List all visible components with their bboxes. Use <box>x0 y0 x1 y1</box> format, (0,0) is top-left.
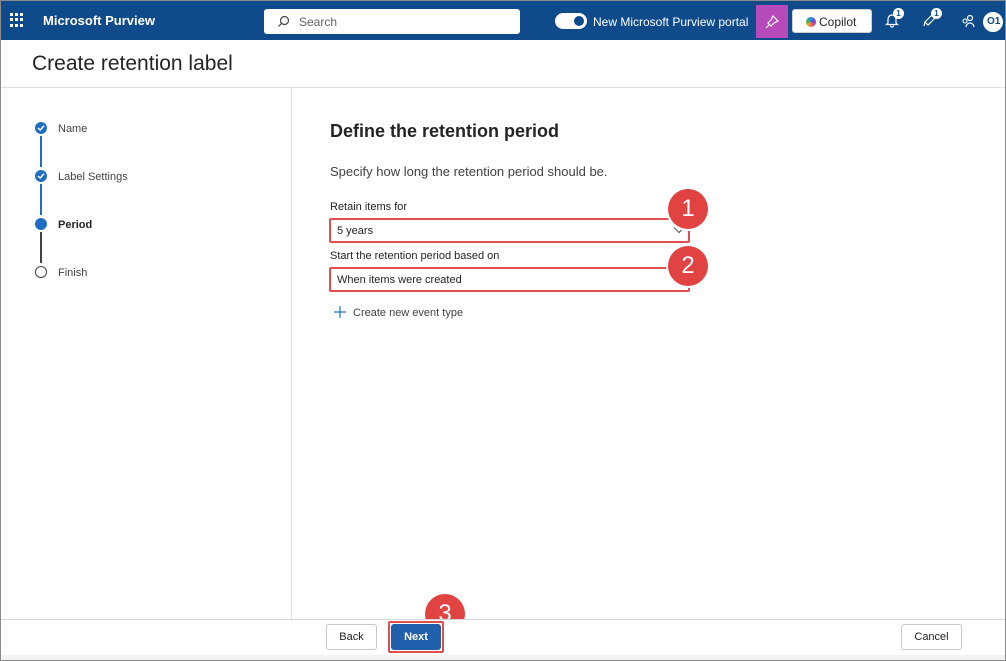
people-button[interactable] <box>961 14 975 33</box>
search-icon <box>278 15 290 27</box>
cancel-button[interactable]: Cancel <box>901 624 962 650</box>
step-name-check-icon <box>35 122 47 134</box>
app-launcher-icon[interactable] <box>10 13 24 27</box>
feedback-button[interactable]: 1 <box>923 8 942 33</box>
feature-button[interactable] <box>756 5 788 38</box>
plus-icon[interactable] <box>333 305 347 319</box>
people-icon <box>962 14 975 28</box>
retain-items-label: Retain items for <box>330 201 408 213</box>
back-button[interactable]: Back <box>326 624 377 650</box>
start-period-label: Start the retention period based on <box>330 250 500 262</box>
step-label-finish: Finish <box>58 267 88 279</box>
search-placeholder: Search <box>299 15 338 29</box>
step-connector <box>40 232 42 263</box>
footer-bar <box>1 620 1005 655</box>
page-title: Create retention label <box>32 52 233 75</box>
highlight-retain-items <box>329 218 690 243</box>
sparkle-pin-icon <box>765 14 780 29</box>
step-connector <box>40 184 42 215</box>
search-input[interactable]: Search <box>264 9 520 34</box>
copilot-icon <box>806 17 816 27</box>
app-title[interactable]: Microsoft Purview <box>43 13 155 28</box>
section-title: Define the retention period <box>330 121 560 141</box>
notifications-button[interactable]: 1 <box>885 8 904 33</box>
callout-2: 2 <box>668 246 708 286</box>
sidebar-divider <box>291 88 292 619</box>
section-description: Specify how long the retention period sh… <box>330 164 608 179</box>
notifications-badge: 1 <box>893 8 904 19</box>
step-connector <box>40 136 42 167</box>
step-label-settings-check-icon <box>35 170 47 182</box>
step-label-name: Name <box>58 123 88 135</box>
create-event-type-link[interactable]: Create new event type <box>353 307 463 319</box>
bottom-strip <box>1 655 1005 660</box>
callout-1: 1 <box>668 189 708 229</box>
title-divider <box>1 87 1005 88</box>
avatar[interactable]: O1 <box>982 11 1004 33</box>
highlight-start-period <box>329 267 690 292</box>
step-label-period: Period <box>58 219 93 231</box>
window-frame <box>0 0 1006 661</box>
step-finish-pending-icon <box>35 266 47 278</box>
feedback-badge: 1 <box>931 8 942 19</box>
portal-toggle-label: New Microsoft Purview portal <box>593 15 749 29</box>
portal-toggle[interactable] <box>555 13 587 29</box>
step-period-current-icon <box>35 218 47 230</box>
step-label-label-settings: Label Settings <box>58 171 128 183</box>
top-bar: Microsoft Purview Search New Microsoft P… <box>1 1 1005 40</box>
copilot-button[interactable]: Copilot <box>792 9 872 33</box>
highlight-next <box>388 621 444 653</box>
copilot-label: Copilot <box>819 15 857 29</box>
